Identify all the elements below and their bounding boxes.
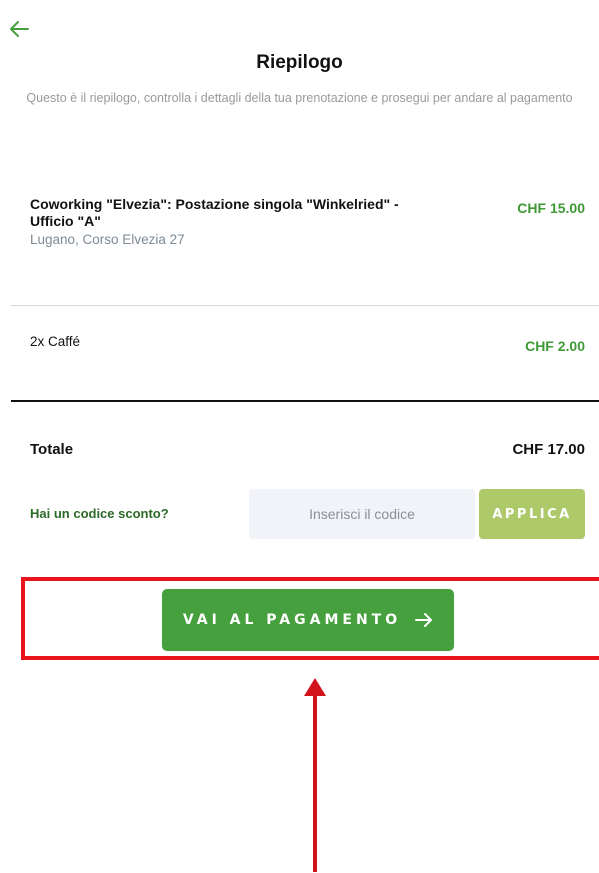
annotation-arrow-line — [313, 694, 317, 872]
summary-item-extra: 2x Caffé CHF 2.00 — [30, 334, 585, 354]
summary-item-coworking: Coworking "Elvezia": Postazione singola … — [30, 196, 585, 249]
page-subtitle: Questo è il riepilogo, controlla i detta… — [26, 91, 573, 105]
total-value: CHF 17.00 — [512, 441, 585, 458]
arrow-right-icon — [415, 613, 433, 627]
discount-label: Hai un codice sconto? — [30, 506, 169, 521]
go-to-payment-label: VAI AL PAGAMENTO — [182, 612, 402, 628]
page-title: Riepilogo — [256, 52, 343, 73]
item-name: 2x Caffé — [30, 334, 81, 349]
total-label: Totale — [30, 441, 74, 458]
item-price: CHF 2.00 — [525, 338, 585, 354]
arrow-left-icon — [10, 21, 29, 37]
go-to-payment-button[interactable]: VAI AL PAGAMENTO — [162, 589, 454, 651]
item-price: CHF 15.00 — [517, 200, 585, 216]
discount-code-input[interactable] — [249, 489, 475, 539]
back-button[interactable] — [8, 18, 30, 40]
divider — [11, 305, 599, 306]
apply-code-button[interactable]: APPLICA — [479, 489, 585, 539]
total-row: Totale CHF 17.00 — [30, 441, 585, 458]
item-location: Lugano, Corso Elvezia 27 — [30, 232, 185, 247]
item-name: Coworking "Elvezia": Postazione singola … — [30, 196, 399, 229]
total-divider — [11, 400, 599, 402]
